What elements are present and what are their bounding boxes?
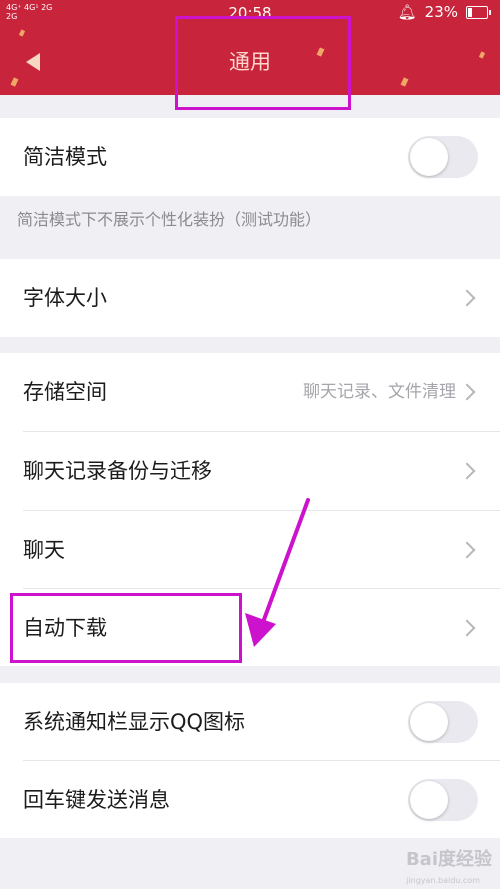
annotation-arrow-icon <box>245 498 310 647</box>
baidu-watermark-url: jingyan.baidu.com <box>406 876 480 885</box>
baidu-watermark: Bai度经验 <box>405 849 492 870</box>
